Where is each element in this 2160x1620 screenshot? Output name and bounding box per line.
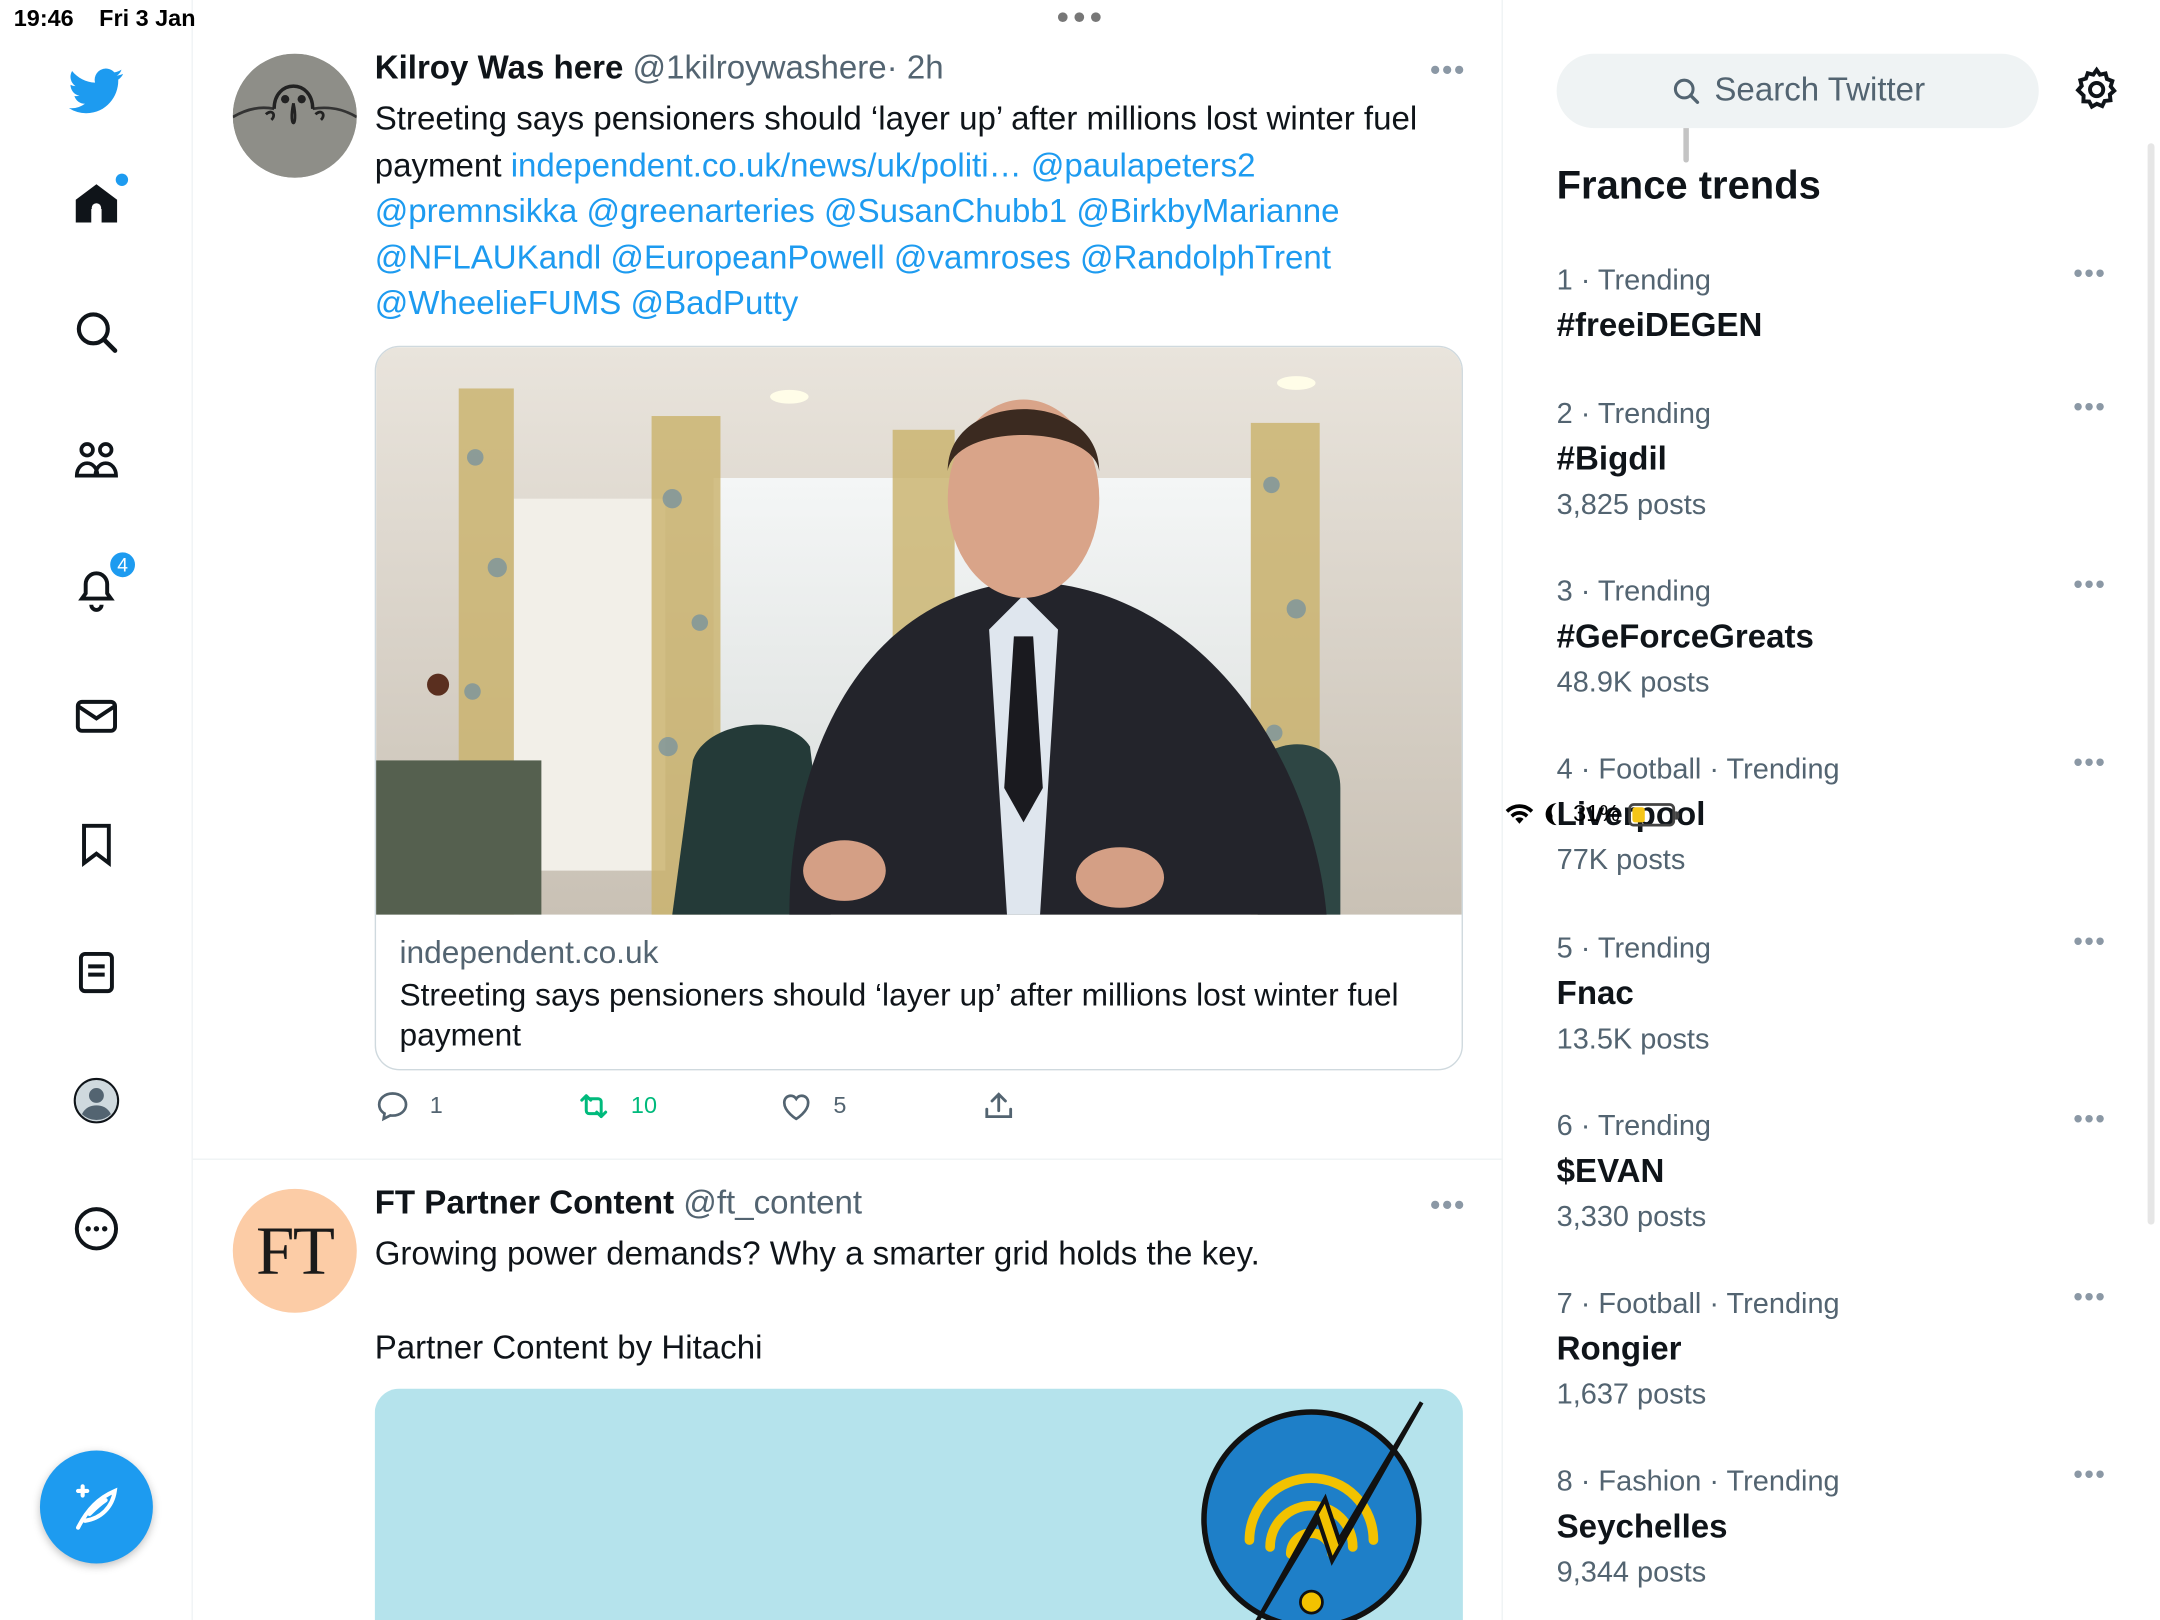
promoted-image[interactable] <box>374 1388 1463 1620</box>
heart-icon <box>782 1094 810 1121</box>
compose-tweet-button[interactable] <box>39 1450 153 1564</box>
nav-more[interactable] <box>55 1187 138 1270</box>
tweet[interactable]: Kilroy Was here @1kilroywashere· 2h ••• … <box>193 0 1503 1160</box>
tweet-text: Growing power demands? Why a smarter gri… <box>374 1235 1260 1273</box>
share-icon <box>985 1092 1013 1119</box>
ft-avatar-logo: FT <box>255 1212 335 1290</box>
tweet-text: Streeting says pensioners should ‘layer … <box>375 96 1477 327</box>
retweet-button[interactable]: 10 <box>576 1088 657 1124</box>
compose-feather-icon <box>75 1484 118 1530</box>
multitasking-handle[interactable] <box>1057 12 1101 23</box>
lists-icon <box>78 951 114 994</box>
home-icon <box>75 184 118 223</box>
moon-icon <box>1545 803 1557 826</box>
tweet-link[interactable]: independent.co.uk/news/uk/politi… <box>511 147 1022 184</box>
battery-percent: 31% <box>1573 800 1621 827</box>
tweet-more-button[interactable]: ••• <box>1430 1187 1466 1223</box>
twitter-logo-icon[interactable] <box>55 50 138 133</box>
retweet-count: 10 <box>630 1092 657 1119</box>
tweet-mention[interactable]: @paulapeters2 <box>1031 147 1256 184</box>
status-date: Fri 3 Jan <box>99 5 196 32</box>
app-window: 19:46 Fri 3 Jan 31% 4 Kilroy Was here @1… <box>0 0 2160 1620</box>
nav-communities[interactable] <box>55 419 138 502</box>
tweet-author-handle[interactable]: @ft_content <box>683 1185 862 1222</box>
more-circle-icon <box>74 1207 119 1251</box>
tweet-mentions[interactable]: @NFLAUKandl @EuropeanPowell @vamroses @R… <box>375 239 1331 276</box>
battery-icon <box>1628 802 1680 826</box>
reply-icon <box>377 1092 408 1122</box>
tweet-avatar[interactable]: FT <box>232 1188 357 1313</box>
card-title: Streeting says pensioners should ‘layer … <box>399 976 1399 1053</box>
share-button[interactable] <box>981 1088 1017 1124</box>
status-bar: 19:46 Fri 3 Jan 31% <box>0 0 2160 827</box>
bookmark-icon <box>82 823 111 867</box>
left-nav: 4 <box>0 0 193 1620</box>
home-new-dot <box>115 173 129 186</box>
profile-avatar-icon <box>73 1077 120 1124</box>
communities-icon <box>74 442 118 478</box>
link-card[interactable]: independent.co.uk Streeting says pension… <box>374 345 1463 1071</box>
card-domain: independent.co.uk <box>399 933 659 970</box>
tweet-mentions[interactable]: @premnsikka @greenarteries @SusanChubb1 … <box>375 193 1340 230</box>
search-icon <box>76 312 118 353</box>
tweet-author-name[interactable]: FT Partner Content <box>375 1185 674 1222</box>
nav-notifications[interactable]: 4 <box>55 547 138 630</box>
wifi-icon <box>1505 804 1534 824</box>
retweet-icon <box>580 1094 608 1119</box>
nav-explore[interactable] <box>55 291 138 374</box>
nav-profile[interactable] <box>55 1059 138 1142</box>
hitachi-ad-illustration <box>374 1388 1463 1620</box>
reply-count: 1 <box>429 1092 443 1119</box>
tweet-author-name[interactable]: Kilroy Was here <box>375 50 624 87</box>
nav-lists[interactable] <box>55 931 138 1014</box>
tweet-author-handle[interactable]: @1kilroywashere <box>633 50 887 87</box>
tweet-actions: 1 10 5 <box>375 1088 1202 1129</box>
mail-icon <box>75 699 117 733</box>
like-count: 5 <box>833 1092 847 1119</box>
nav-bookmarks[interactable] <box>55 803 138 886</box>
tweet-avatar[interactable] <box>232 53 357 178</box>
kilroy-avatar-image <box>232 53 357 178</box>
nav-home[interactable] <box>55 163 138 246</box>
reply-button[interactable]: 1 <box>375 1088 443 1124</box>
card-image <box>376 347 1462 915</box>
tweet-time[interactable]: · 2h <box>887 50 944 87</box>
status-time: 19:46 <box>13 5 74 32</box>
like-button[interactable]: 5 <box>778 1088 846 1124</box>
timeline[interactable]: Kilroy Was here @1kilroywashere· 2h ••• … <box>192 0 1689 1620</box>
tweet-subtext: Partner Content by Hitachi <box>374 1329 763 1367</box>
tweet-mentions[interactable]: @WheelieFUMS @BadPutty <box>375 285 799 322</box>
nav-messages[interactable] <box>55 675 138 758</box>
tweet-more-button[interactable]: ••• <box>1430 52 1466 88</box>
notifications-badge: 4 <box>107 549 138 580</box>
